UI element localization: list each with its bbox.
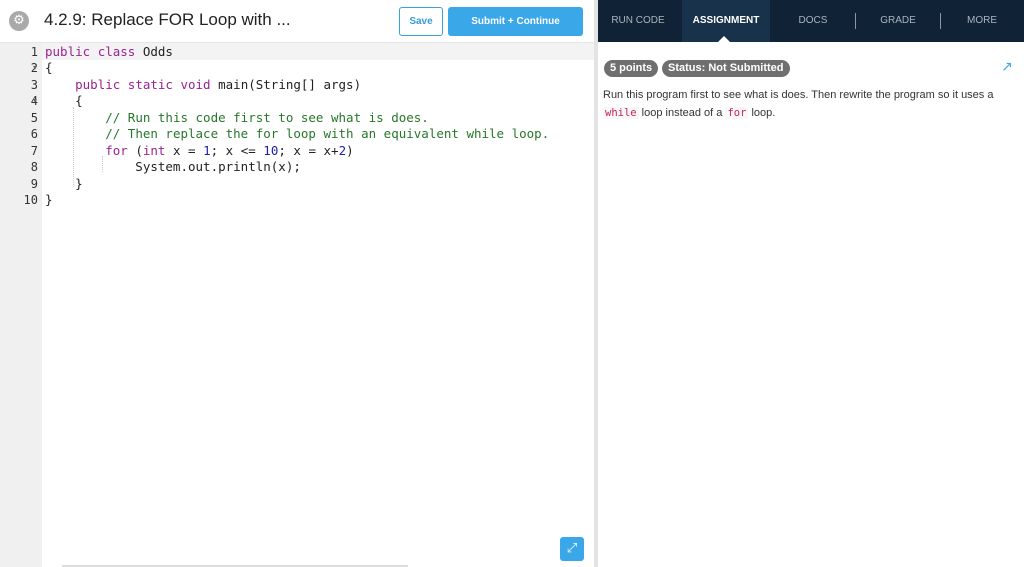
active-tab-caret (718, 36, 730, 42)
tab-docs[interactable]: DOCS (783, 0, 843, 42)
tab-separator (855, 13, 856, 29)
code-editor[interactable]: 1 2 3 4 5 6 7 8 9 10 ▾ ▾ public class Od… (0, 43, 594, 567)
tab-more[interactable]: MORE (952, 0, 1012, 42)
code-line: for (int x = 1; x <= 10; x = x+2) (105, 143, 354, 158)
status-badge: Status: Not Submitted (662, 60, 790, 77)
line-number: 6 (30, 127, 38, 141)
tab-bar: RUN CODE ASSIGNMENT DOCS GRADE MORE (598, 0, 1024, 42)
line-number: 10 (23, 193, 38, 207)
assignment-description: Run this program first to see what is do… (603, 86, 1017, 122)
description-text: loop instead of a (638, 107, 726, 119)
code-line: } (45, 192, 53, 207)
points-badge: 5 points (604, 60, 659, 77)
line-number: 3 (30, 78, 38, 92)
editor-toolbar: ⚙ 4.2.9: Replace FOR Loop with ... Save … (0, 0, 594, 43)
line-number: 8 (30, 160, 38, 174)
line-number: 9 (30, 177, 38, 191)
editor-pane: ⚙ 4.2.9: Replace FOR Loop with ... Save … (0, 0, 594, 567)
external-edit-icon[interactable]: ↗ (1001, 59, 1013, 75)
submit-continue-button[interactable]: Submit + Continue (448, 7, 583, 36)
code-line: public class Odds (45, 44, 173, 59)
code-line: // Then replace the for loop with an equ… (105, 126, 550, 141)
line-number: 7 (30, 144, 38, 158)
gear-icon[interactable]: ⚙ (9, 11, 29, 31)
code-line: public static void main(String[] args) (75, 77, 362, 92)
code-line: } (45, 176, 83, 191)
tab-grade[interactable]: GRADE (868, 0, 928, 42)
inline-code-while: while (603, 107, 639, 119)
tab-run-code[interactable]: RUN CODE (598, 0, 678, 42)
code-line: // Run this code first to see what is do… (105, 110, 429, 125)
line-number: 5 (30, 111, 38, 125)
inline-code-for: for (725, 107, 749, 119)
save-button[interactable]: Save (399, 7, 443, 36)
fold-arrow-icon[interactable]: ▾ (33, 60, 37, 76)
page-title: 4.2.9: Replace FOR Loop with ... (44, 10, 291, 29)
tab-separator (940, 13, 941, 29)
line-number: 1 (30, 45, 38, 59)
fold-arrow-icon[interactable]: ▾ (33, 93, 37, 109)
description-text: loop. (748, 107, 776, 119)
expand-icon[interactable]: ⤢ (560, 537, 584, 561)
code-line: { (45, 93, 83, 108)
description-text: Run this program first to see what is do… (603, 89, 994, 101)
code-line: System.out.println(x); (45, 159, 301, 174)
code-line: { (45, 60, 53, 75)
assignment-pane: RUN CODE ASSIGNMENT DOCS GRADE MORE 5 po… (598, 0, 1024, 567)
